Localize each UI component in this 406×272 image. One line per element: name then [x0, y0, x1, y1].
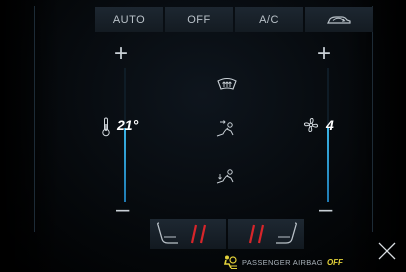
temperature-up-button[interactable]: +: [114, 42, 128, 66]
temperature-value: 21°: [117, 117, 139, 133]
windshield-defrost-icon[interactable]: [216, 77, 238, 93]
recirculation-button[interactable]: [305, 7, 373, 32]
off-button[interactable]: OFF: [165, 7, 233, 32]
thermometer-icon: [102, 117, 110, 137]
auto-button[interactable]: AUTO: [95, 7, 163, 32]
left-shade: [0, 0, 60, 272]
fan-speed-slider-fill: [327, 128, 329, 202]
fan-speed-slider[interactable]: [327, 68, 329, 202]
temperature-down-button[interactable]: –: [116, 198, 129, 222]
airbag-label: PASSENGER AIRBAG: [242, 257, 323, 267]
car-recirculation-icon: [327, 15, 351, 24]
seat-heater-right-icon: [248, 222, 297, 244]
fan-up-button[interactable]: +: [317, 42, 331, 66]
seat-heater-right-button[interactable]: [228, 219, 304, 249]
airflow-face-icon[interactable]: [214, 118, 238, 138]
close-icon[interactable]: [377, 241, 397, 261]
ac-button[interactable]: A/C: [235, 7, 303, 32]
right-shade: [346, 0, 406, 272]
seat-heater-left-button[interactable]: [150, 219, 226, 249]
top-bar: AUTO OFF A/C: [95, 7, 373, 32]
climate-control-screen: AUTO OFF A/C + – 21° + – 4 PASSENGER AIR…: [0, 0, 406, 272]
airbag-off-icon: [223, 255, 237, 269]
airflow-feet-icon[interactable]: [214, 167, 238, 187]
airbag-state: OFF: [326, 257, 343, 267]
left-edge-line: [34, 6, 35, 232]
seat-heater-left-icon: [157, 222, 207, 244]
fan-speed-value: 4: [326, 117, 334, 133]
fan-icon: [303, 117, 319, 133]
right-edge-line: [372, 6, 373, 232]
temperature-slider[interactable]: [124, 68, 126, 202]
passenger-airbag-status: PASSENGER AIRBAG OFF: [222, 254, 343, 270]
fan-down-button[interactable]: –: [319, 198, 332, 222]
temperature-slider-fill: [124, 128, 126, 202]
